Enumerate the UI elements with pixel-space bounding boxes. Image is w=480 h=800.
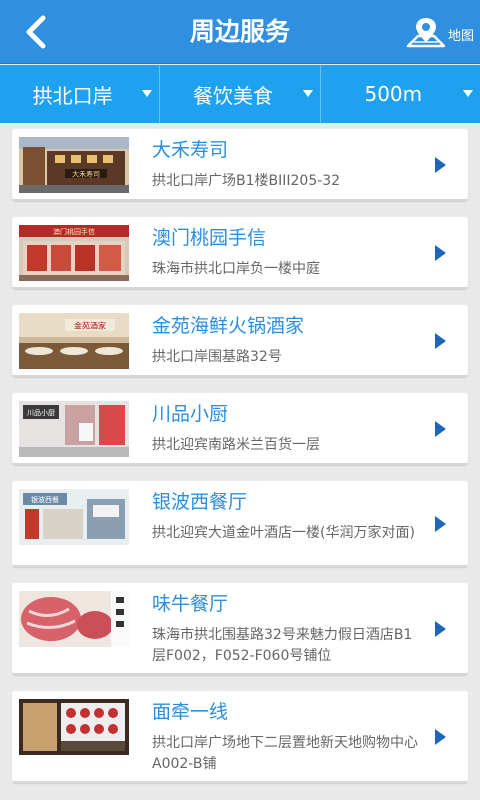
restaurant-name: 面牵一线 xyxy=(152,701,229,723)
chevron-right-icon xyxy=(435,157,446,173)
restaurant-address: 珠海市拱北围基路32号来魅力假日酒店B1层F002，F052-F060号铺位 xyxy=(152,627,413,664)
filter-distance-label: 500m xyxy=(364,82,423,106)
thumb-sign-text: 澳门桃园手信 xyxy=(53,227,95,236)
restaurant-thumbnail: 川品小厨 xyxy=(19,401,129,457)
restaurant-address: 拱北口岸广场地下二层置地新天地购物中心A002-B铺 xyxy=(152,735,418,772)
list-item[interactable]: 川品小厨 川品小厨 拱北迎宾南路米兰百货一层 xyxy=(12,393,468,465)
restaurant-name: 大禾寿司 xyxy=(152,139,229,161)
map-button[interactable]: 地图 xyxy=(406,14,480,54)
chevron-right-icon xyxy=(435,333,446,349)
restaurant-thumbnail: 澳门桃园手信 xyxy=(19,225,129,281)
filter-location[interactable]: 拱北口岸 xyxy=(0,65,159,123)
restaurant-list: 大禾寿司 大禾寿司 拱北口岸广场B1楼BIII205-32 澳门桃园手信 澳门桃… xyxy=(0,123,480,800)
filter-distance[interactable]: 500m xyxy=(319,65,480,123)
restaurant-thumbnail: 银波西餐 xyxy=(19,489,129,545)
restaurant-name: 澳门桃园手信 xyxy=(152,227,267,249)
filter-category[interactable]: 餐饮美食 xyxy=(159,65,319,123)
list-item[interactable]: 面牵一线 拱北口岸广场地下二层置地新天地购物中心A002-B铺 xyxy=(12,691,468,783)
chevron-left-icon xyxy=(26,15,46,49)
top-bar: 周边服务 地图 xyxy=(0,0,480,64)
restaurant-name: 银波西餐厅 xyxy=(152,491,248,513)
list-item[interactable]: 大禾寿司 大禾寿司 拱北口岸广场B1楼BIII205-32 xyxy=(12,129,468,201)
list-item[interactable]: 金苑酒家 金苑海鲜火锅酒家 拱北口岸围基路32号 xyxy=(12,305,468,377)
restaurant-thumbnail xyxy=(19,699,129,755)
chevron-right-icon xyxy=(435,516,446,532)
restaurant-name: 味牛餐厅 xyxy=(152,593,229,615)
filter-bar: 拱北口岸 餐饮美食 500m xyxy=(0,65,480,123)
restaurant-address: 拱北口岸广场B1楼BIII205-32 xyxy=(152,173,341,189)
thumb-sign-text: 大禾寿司 xyxy=(72,170,100,179)
dropdown-caret-icon xyxy=(302,90,313,97)
thumb-sign-text: 川品小厨 xyxy=(27,408,55,417)
chevron-right-icon xyxy=(435,245,446,261)
filter-location-label: 拱北口岸 xyxy=(32,83,113,108)
map-label: 地图 xyxy=(448,28,475,44)
restaurant-thumbnail: 大禾寿司 xyxy=(19,137,129,193)
map-pin-icon xyxy=(406,18,446,48)
back-button[interactable] xyxy=(14,10,58,54)
restaurant-address: 拱北迎宾南路米兰百货一层 xyxy=(152,437,320,453)
restaurant-address: 拱北迎宾大道金叶酒店一楼(华润万家对面) xyxy=(152,525,415,541)
restaurant-name: 金苑海鲜火锅酒家 xyxy=(152,315,305,337)
list-item[interactable]: 澳门桃园手信 澳门桃园手信 珠海市拱北口岸负一楼中庭 xyxy=(12,217,468,289)
thumb-sign-text: 银波西餐 xyxy=(31,495,59,504)
restaurant-address: 拱北口岸围基路32号 xyxy=(152,349,282,365)
restaurant-name: 川品小厨 xyxy=(152,403,229,425)
chevron-right-icon xyxy=(435,729,446,745)
restaurant-thumbnail: 金苑酒家 xyxy=(19,313,129,369)
dropdown-caret-icon xyxy=(462,90,473,97)
filter-category-label: 餐饮美食 xyxy=(192,83,273,108)
chevron-right-icon xyxy=(435,421,446,437)
restaurant-address: 珠海市拱北口岸负一楼中庭 xyxy=(152,261,320,277)
list-item[interactable]: 味牛餐厅 珠海市拱北围基路32号来魅力假日酒店B1层F002，F052-F060… xyxy=(12,583,468,675)
dropdown-caret-icon xyxy=(142,90,153,97)
thumb-sign-text: 金苑酒家 xyxy=(74,321,106,331)
chevron-right-icon xyxy=(435,621,446,637)
list-item[interactable]: 银波西餐 银波西餐厅 拱北迎宾大道金叶酒店一楼(华润万家对面) xyxy=(12,481,468,567)
restaurant-thumbnail xyxy=(19,591,129,647)
